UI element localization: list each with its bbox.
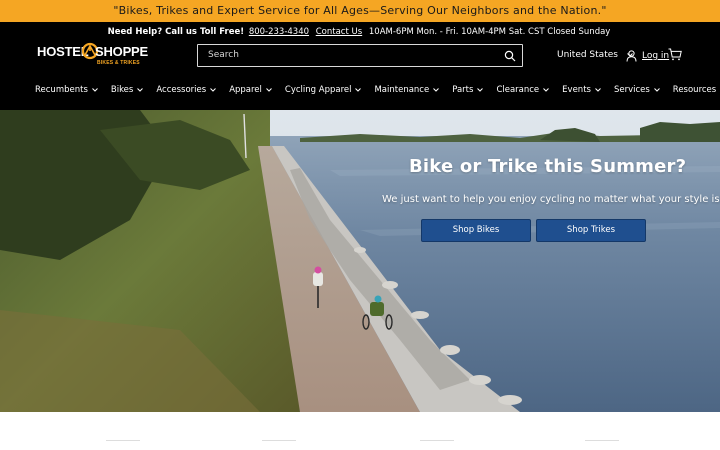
nav-item-events[interactable]: Events (562, 84, 601, 96)
search-icon[interactable] (504, 50, 516, 62)
nav-item-recumbents[interactable]: Recumbents (35, 84, 98, 96)
section-divider (585, 440, 619, 446)
nav-item-label: Recumbents (35, 85, 88, 95)
nav-item-label: Bikes (110, 85, 134, 95)
contact-us-link[interactable]: Contact Us (316, 27, 362, 37)
nav-item-label: Clearance (496, 85, 540, 95)
nav-item-apparel[interactable]: Apparel (229, 84, 272, 96)
nav-item-label: Parts (452, 85, 474, 95)
chevron-down-icon (137, 88, 144, 92)
chevron-down-icon (433, 88, 440, 92)
country-label: United States (557, 50, 618, 60)
site-header: Need Help? Call us Toll Free! 800-233-43… (0, 22, 720, 110)
nav-item-maintenance[interactable]: Maintenance (374, 84, 440, 96)
main-nav: Recumbents Bikes Accessories Apparel Cyc… (35, 84, 720, 96)
login-link[interactable]: Log in (642, 51, 669, 61)
cart-icon[interactable] (668, 48, 682, 61)
section-divider (262, 440, 296, 446)
nav-item-services[interactable]: Services (614, 84, 660, 96)
content-section (0, 412, 720, 450)
chevron-down-icon (595, 88, 601, 92)
chevron-down-icon (543, 88, 550, 92)
section-divider (106, 440, 140, 446)
announcement-text: "Bikes, Trikes and Expert Service for Al… (113, 4, 607, 17)
help-prefix: Need Help? Call us Toll Free! (107, 27, 245, 37)
nav-item-accessories[interactable]: Accessories (156, 84, 217, 96)
nav-item-resources[interactable]: Resources (673, 84, 720, 96)
user-icon[interactable] (626, 50, 637, 62)
phone-link[interactable]: 800-233-4340 (249, 27, 309, 37)
logo-tagline: BIKES & TRIKES (97, 60, 140, 66)
chevron-down-icon (355, 88, 362, 92)
nav-item-parts[interactable]: Parts (452, 84, 484, 96)
nav-item-label: Services (613, 85, 650, 95)
hero-subtitle: We just want to help you enjoy cycling n… (382, 194, 720, 205)
shop-trikes-button[interactable]: Shop Trikes (536, 219, 646, 242)
hero-title: Bike or Trike this Summer? (409, 156, 687, 177)
nav-item-bikes[interactable]: Bikes (110, 84, 144, 96)
nav-item-cycling-apparel[interactable]: Cycling Apparel (285, 84, 362, 96)
nav-item-label: Accessories (156, 85, 207, 95)
announcement-bar: "Bikes, Trikes and Expert Service for Al… (0, 0, 720, 22)
chevron-down-icon (266, 88, 272, 92)
nav-item-label: Events (562, 85, 591, 95)
logo-word-shoppe: SHOPPE (95, 44, 148, 59)
search-input[interactable]: Search (208, 50, 239, 60)
nav-item-label: Cycling Apparel (284, 85, 352, 95)
nav-item-label: Apparel (229, 85, 262, 95)
chevron-down-icon (653, 88, 660, 92)
shop-bikes-button[interactable]: Shop Bikes (421, 219, 531, 242)
nav-item-label: Maintenance (374, 85, 430, 95)
hero-banner: Bike or Trike this Summer? We just want … (0, 110, 720, 412)
nav-item-clearance[interactable]: Clearance (496, 84, 550, 96)
store-hours: 10AM-6PM Mon. - Fri. 10AM-4PM Sat. CST C… (368, 27, 611, 37)
country-selector[interactable]: United States (557, 50, 633, 60)
site-logo[interactable]: HOSTEL SHOPPE BIKES & TRIKES (37, 42, 148, 68)
help-bar: Need Help? Call us Toll Free! 800-233-43… (0, 26, 720, 38)
search-box[interactable]: Search (197, 44, 523, 67)
nav-item-label: Resources (672, 85, 717, 95)
chevron-down-icon (477, 88, 484, 92)
chevron-down-icon (92, 88, 98, 92)
section-divider (420, 440, 454, 446)
chevron-down-icon (210, 88, 217, 92)
